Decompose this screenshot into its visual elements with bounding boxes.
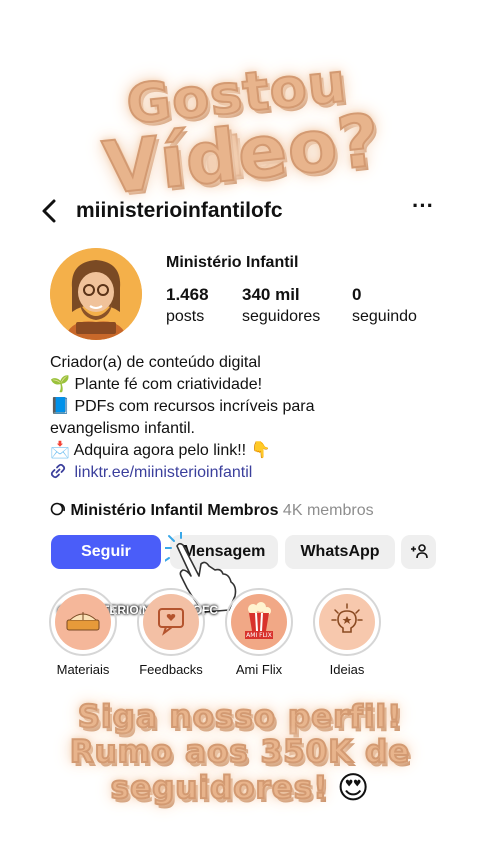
highlight-label: Feedbacks [139,662,203,677]
highlight-feedbacks[interactable]: Feedbacks [136,588,206,677]
bio-line-2b: evangelismo infantil. [50,420,195,437]
profile-header: miinisterioinfantilofc ··· [0,192,480,234]
follow-button[interactable]: Seguir [51,535,161,569]
book-icon: 📘 [50,398,70,415]
promo-bottom-line3: seguidores! 😍 [40,770,440,807]
following-label: seguindo [352,308,417,325]
bio-link[interactable]: linktr.ee/miinisterioinfantil [74,464,252,481]
profile-display-name: Ministério Infantil [166,254,299,271]
heart-eyes-emoji-icon: 😍 [337,770,370,805]
promo-bottom-line1: Siga nosso perfil! [77,699,403,736]
following-stat[interactable]: 0 seguindo [352,285,417,326]
seedling-icon: 🌱 [50,376,70,393]
link-icon [50,462,70,484]
followers-label: seguidores [242,308,321,325]
bio-line-3: 📩 Adquira agora pelo link!! 👇 [50,440,430,462]
envelope-icon: 📩 [50,442,70,459]
highlight-ami-flix[interactable]: AMI FLIX Ami Flix [224,588,294,677]
highlight-label: Ideias [329,662,365,677]
highlight-label: Materiais [56,662,110,677]
posts-label: posts [166,308,205,325]
promo-bottom-line2: Rumo aos 350K de [69,734,411,771]
posts-stat[interactable]: 1.468 posts [166,285,209,326]
bio-line-2-text: PDFs com recursos incríveis para [74,398,315,415]
followers-count: 340 mil [242,285,300,304]
profile-bio: Criador(a) de conteúdo digital 🌱 Plante … [50,352,430,484]
highlight-materiais[interactable]: Materiais [48,588,118,677]
broadcast-channel[interactable]: Ministério Infantil Membros 4K membros [50,501,374,520]
channel-members: 4K membros [282,502,374,519]
bio-line-3-text: Adquira agora pelo link!! 👇 [73,442,271,459]
popcorn-icon: AMI FLIX [241,601,277,644]
avatar[interactable] [50,248,142,340]
bio-line-1: 🌱 Plante fé com criatividade! [50,374,430,396]
promo-banner-bottom: Siga nosso perfil! Rumo aos 350K de segu… [40,699,440,807]
bio-category: Criador(a) de conteúdo digital [50,354,261,371]
followers-stat[interactable]: 340 mil seguidores [242,285,320,326]
bio-line-2: 📘 PDFs com recursos incríveis para [50,396,430,418]
following-count: 0 [352,285,362,304]
chat-bubble-icon [154,603,188,642]
books-icon [64,604,102,641]
promo-bottom-line3-text: seguidores! [110,770,329,807]
more-options-icon[interactable]: ··· [410,195,436,220]
lightbulb-icon [329,602,365,643]
bio-link-row[interactable]: linktr.ee/miinisterioinfantil [50,462,430,484]
channel-name: Ministério Infantil Membros [70,502,279,519]
svg-text:AMI FLIX: AMI FLIX [246,632,272,639]
posts-count: 1.468 [166,285,209,304]
add-user-icon [410,543,428,562]
back-arrow-icon[interactable] [38,197,62,225]
channel-icon [50,502,70,519]
highlight-ideias[interactable]: Ideias [312,588,382,677]
bio-line-1-text: Plante fé com criatividade! [74,376,263,393]
add-user-button[interactable] [401,535,436,569]
promo-banner-top: Gostou do Vídeo? [0,0,480,212]
whatsapp-button[interactable]: WhatsApp [285,535,395,569]
profile-username: miinisterioinfantilofc [76,199,283,222]
highlight-label: Ami Flix [235,662,283,677]
